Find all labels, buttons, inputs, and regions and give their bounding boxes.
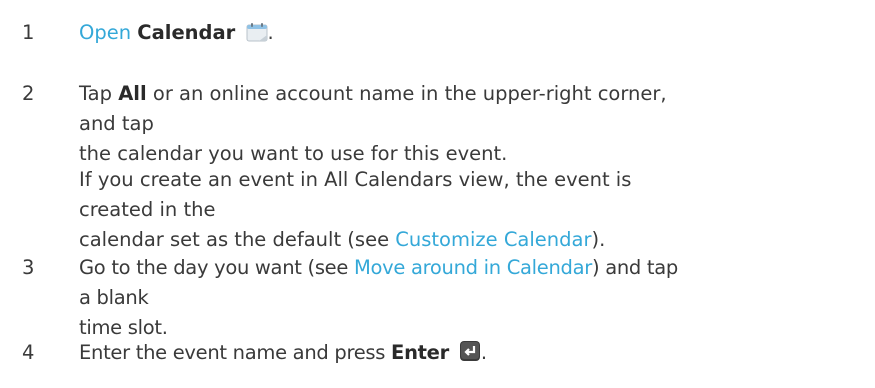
enter-key-label: Enter	[391, 341, 449, 364]
move-around-calendar-link[interactable]: Move around in Calendar	[354, 256, 592, 279]
open-calendar-link[interactable]: Open	[79, 21, 131, 44]
step-number: 2	[22, 82, 35, 105]
text-fragment: Go to the day you want (see	[79, 256, 354, 279]
enter-key-icon	[459, 340, 481, 371]
text-fragment: or an online account name in the upper-r…	[79, 82, 667, 135]
period: .	[267, 21, 274, 44]
step-number: 4	[22, 341, 35, 364]
calendar-app-icon	[246, 21, 268, 51]
step-text: Go to the day you want (see Move around …	[79, 253, 679, 343]
text-fragment: Tap	[79, 82, 119, 105]
period: .	[480, 341, 487, 364]
text-fragment: calendar set as the default (see	[79, 228, 396, 251]
step-text: Open Calendar .	[79, 18, 679, 51]
all-label: All	[118, 82, 147, 105]
step-2-line-1: Tap All or an online account name in the…	[79, 79, 679, 139]
text-fragment: Enter the event name and press	[79, 341, 392, 364]
step-text: Tap All or an online account name in the…	[79, 79, 679, 169]
step-number: 1	[22, 21, 35, 44]
text-fragment: ).	[591, 228, 606, 251]
note-line-2: calendar set as the default (see Customi…	[79, 225, 679, 255]
note-text: If you create an event in All Calendars …	[79, 165, 679, 255]
note-line-1: If you create an event in All Calendars …	[79, 168, 632, 221]
calendar-app-name: Calendar	[137, 21, 236, 44]
customize-calendar-link[interactable]: Customize Calendar	[395, 228, 591, 251]
step-number: 3	[22, 256, 35, 279]
step-text: Enter the event name and press Enter .	[79, 338, 679, 371]
step-3-line-1: Go to the day you want (see Move around …	[79, 253, 679, 313]
